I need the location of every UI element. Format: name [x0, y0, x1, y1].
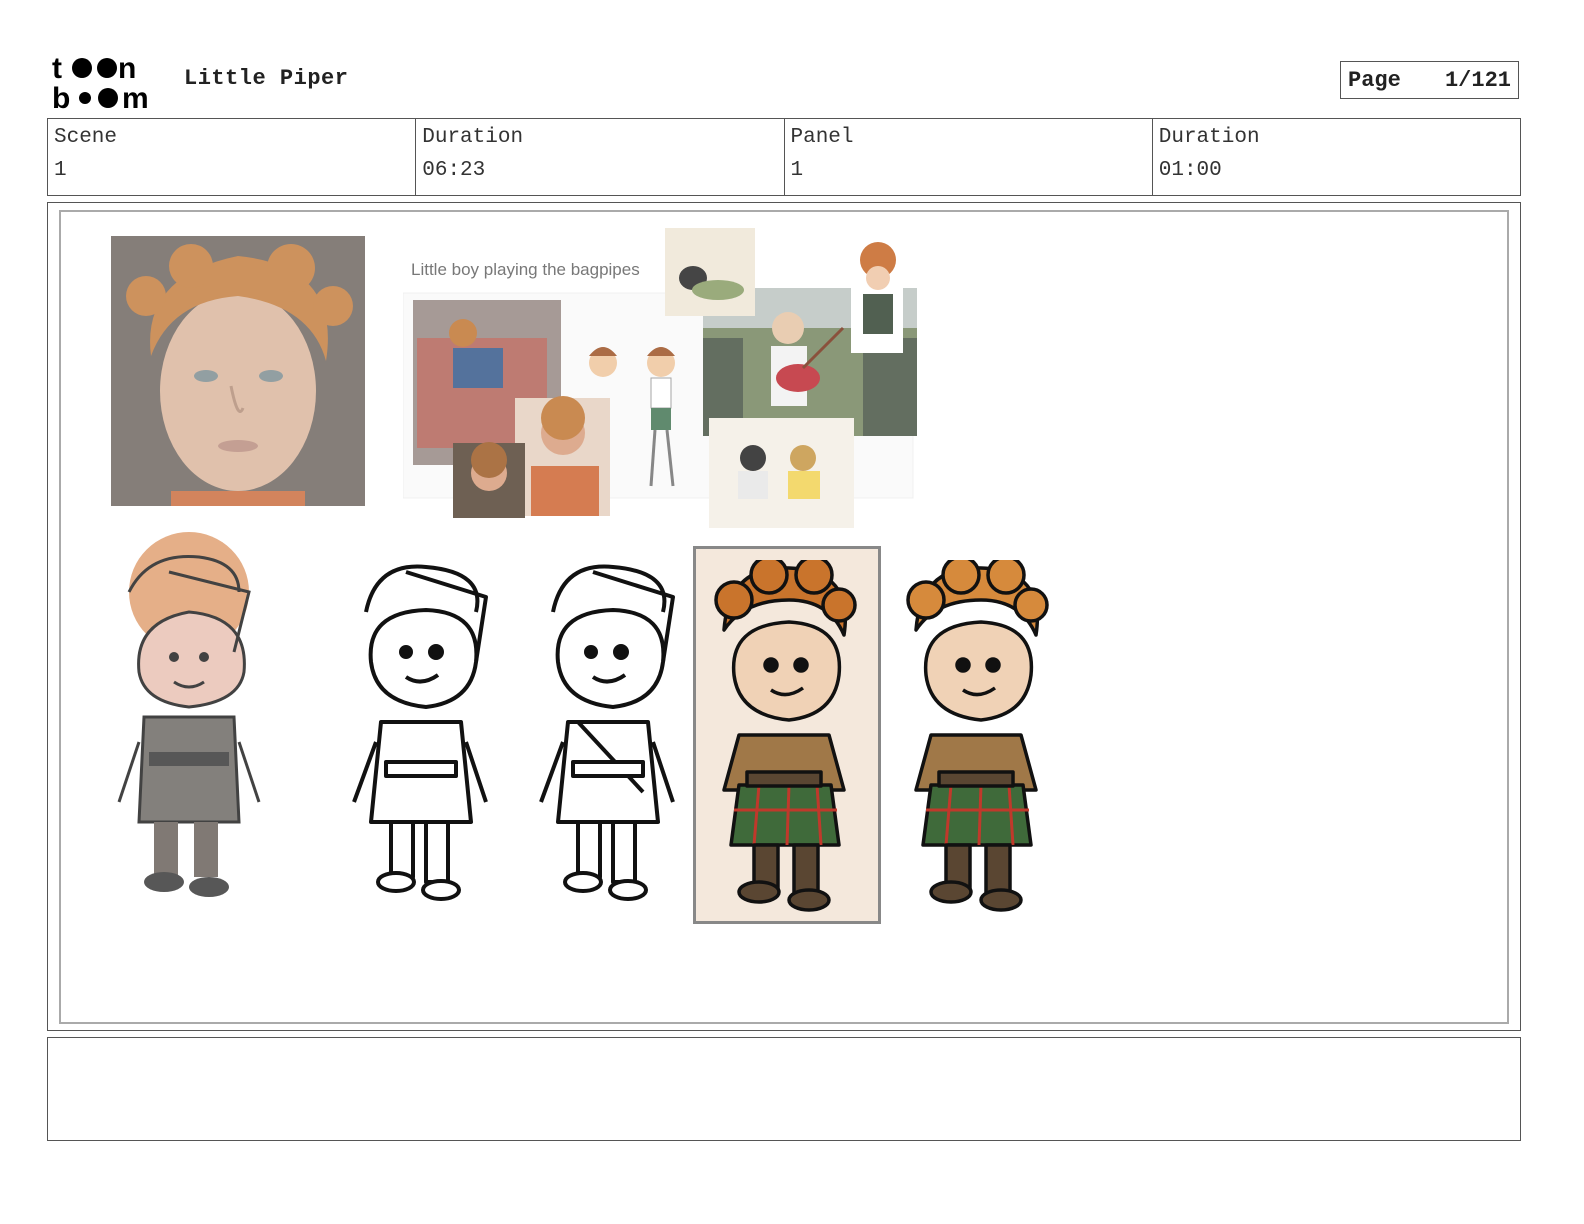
- page-number: 1/121: [1444, 68, 1511, 93]
- scene-value: 1: [54, 159, 67, 182]
- panel-notes-box[interactable]: [47, 1037, 1521, 1141]
- svg-text:t: t: [52, 52, 62, 85]
- scene-duration-value: 06:23: [422, 159, 486, 182]
- panel-canvas: Little boy playing the bagpipes: [59, 210, 1509, 1024]
- toon-boom-logo: t n b m: [52, 52, 149, 110]
- character-lineart-2: [539, 564, 675, 901]
- svg-text:b: b: [52, 82, 70, 110]
- panel-cell: Panel 1: [785, 119, 1153, 195]
- scene-label: Scene: [54, 126, 118, 149]
- character-rough-colored: [117, 532, 261, 897]
- scene-duration-label: Duration: [422, 126, 524, 149]
- character-final-colored-1: [714, 560, 857, 912]
- panel-duration-value: 01:00: [1158, 159, 1222, 182]
- panel-duration-label: Duration: [1158, 126, 1260, 149]
- svg-text:n: n: [118, 52, 136, 85]
- panel-value: 1: [790, 159, 804, 182]
- reference-portrait-photo: [111, 236, 365, 506]
- scene-duration-cell: Duration 06:23: [416, 119, 785, 195]
- character-lineart-1: [352, 564, 488, 901]
- page-label: Page: [1348, 68, 1401, 93]
- scene-info-table: Scene 1 Duration 06:23 Panel 1 Duration …: [47, 118, 1521, 196]
- svg-text:m: m: [122, 82, 149, 110]
- panel-label: Panel: [790, 126, 854, 149]
- page-indicator: Page 1/121: [1340, 61, 1519, 99]
- character-final-colored-2: [906, 560, 1049, 912]
- scene-cell: Scene 1: [48, 119, 417, 195]
- project-title: Little Piper: [184, 66, 349, 91]
- reference-collage: [403, 228, 923, 528]
- storyboard-panel: Little boy playing the bagpipes: [47, 202, 1521, 1031]
- panel-duration-cell: Duration 01:00: [1153, 119, 1520, 195]
